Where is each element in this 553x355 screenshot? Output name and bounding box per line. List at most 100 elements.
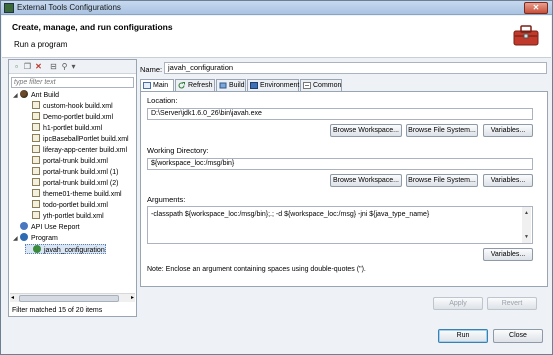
scroll-right-icon[interactable]: ▸ xyxy=(131,294,134,301)
tree-item[interactable]: h1-portlet build.xml xyxy=(25,123,102,133)
tab-label: Common xyxy=(313,82,342,89)
window-close-button[interactable]: ✕ xyxy=(524,2,548,14)
revert-button[interactable]: Revert xyxy=(487,297,537,310)
tree-item[interactable]: yth-portlet build.xml xyxy=(25,211,104,221)
left-toolbar: ▫ ❐ ✕ ⊟ ⚲ ▾ xyxy=(9,60,136,74)
name-field[interactable]: javah_configuration xyxy=(164,62,547,74)
header-subtitle: Run a program xyxy=(14,40,68,49)
xml-file-icon xyxy=(32,211,40,219)
window-title: External Tools Configurations xyxy=(17,3,121,12)
close-button[interactable]: Close xyxy=(493,329,543,343)
browse-workspace-button-2[interactable]: Browse Workspace... xyxy=(330,174,402,187)
tab-label: Environment xyxy=(260,82,300,89)
duplicate-icon[interactable]: ❐ xyxy=(23,62,32,71)
scrollbar-thumb[interactable] xyxy=(19,295,119,302)
common-icon xyxy=(303,82,311,89)
browse-file-system-button-2[interactable]: Browse File System... xyxy=(406,174,478,187)
refresh-icon xyxy=(178,82,185,89)
api-report-icon xyxy=(20,222,28,230)
working-directory-field[interactable]: ${workspace_loc:/msg/bin} xyxy=(147,158,533,170)
tree-item[interactable]: Demo-portlet build.xml xyxy=(25,112,113,122)
run-button[interactable]: Run xyxy=(438,329,488,343)
tree-item-label: custom-hook build.xml xyxy=(43,103,113,110)
tree-item[interactable]: ◢ Ant Build xyxy=(13,90,59,100)
xml-file-icon xyxy=(32,134,40,142)
tree-item-label: liferay-app-center build.xml xyxy=(43,147,128,154)
tree-item-label: API Use Report xyxy=(31,224,80,231)
tab-refresh[interactable]: Refresh xyxy=(175,79,215,91)
variables-button[interactable]: Variables... xyxy=(483,124,533,137)
arguments-label: Arguments: xyxy=(147,195,186,204)
scroll-left-icon[interactable]: ◂ xyxy=(11,294,14,301)
main-tab-panel: Location: D:\Server\jdk1.6.0_26\bin\java… xyxy=(140,91,548,287)
horizontal-scrollbar[interactable]: ◂ ▸ xyxy=(10,293,135,302)
xml-file-icon xyxy=(32,200,40,208)
location-label: Location: xyxy=(147,96,178,105)
tree-item-label: ipcBaseballPortlet build.xml xyxy=(43,136,129,143)
ant-icon xyxy=(20,90,28,98)
xml-file-icon xyxy=(32,178,40,186)
tree-item-label: javah_configuration xyxy=(44,247,105,254)
tree-item-label: Program xyxy=(31,235,58,242)
eclipse-app-icon xyxy=(4,3,14,13)
browse-workspace-button[interactable]: Browse Workspace... xyxy=(330,124,402,137)
scroll-down-icon[interactable]: ▼ xyxy=(522,231,531,243)
tab-environment[interactable]: Environment xyxy=(247,79,299,91)
tree-item[interactable]: custom-hook build.xml xyxy=(25,101,113,111)
tree-item-label: Demo-portlet build.xml xyxy=(43,114,114,121)
arguments-scrollbar[interactable]: ▲ ▼ xyxy=(522,207,531,243)
tab-label: Refresh xyxy=(188,82,213,89)
apply-button[interactable]: Apply xyxy=(433,297,483,310)
program-icon xyxy=(20,233,28,241)
tree-item[interactable]: portal-trunk build.xml (1) xyxy=(25,167,118,177)
tree-item-selected[interactable]: javah_configuration xyxy=(25,244,106,254)
filter-input[interactable]: type filter text xyxy=(11,77,134,88)
tree-item-label: todo-portlet build.xml xyxy=(43,202,108,209)
tree-item-label: theme01-theme build.xml xyxy=(43,191,122,198)
filter-icon[interactable]: ⚲ xyxy=(60,62,69,71)
tree-item[interactable]: ipcBaseballPortlet build.xml xyxy=(25,134,129,144)
tab-label: Main xyxy=(153,82,169,89)
external-tools-dialog: External Tools Configurations ✕ Create, … xyxy=(0,0,553,355)
expand-triangle-icon[interactable]: ◢ xyxy=(13,91,20,101)
environment-icon xyxy=(250,82,258,89)
tree-item-label: portal-trunk build.xml (2) xyxy=(43,180,119,187)
tree-item[interactable]: theme01-theme build.xml xyxy=(25,189,122,199)
variables-button-3[interactable]: Variables... xyxy=(483,248,533,261)
tab-common[interactable]: Common xyxy=(300,79,342,91)
xml-file-icon xyxy=(32,101,40,109)
tree-item[interactable]: API Use Report xyxy=(13,222,80,232)
scroll-up-icon[interactable]: ▲ xyxy=(522,207,531,219)
xml-file-icon xyxy=(32,167,40,175)
tree-item-label: portal-trunk build.xml (1) xyxy=(43,169,119,176)
name-label: Name: xyxy=(140,65,163,74)
browse-file-system-button[interactable]: Browse File System... xyxy=(406,124,478,137)
working-directory-label: Working Directory: xyxy=(147,146,209,155)
tree-item-label: portal-trunk build.xml xyxy=(43,158,108,165)
build-icon xyxy=(219,82,227,89)
dialog-header: Create, manage, and run configurations R… xyxy=(2,16,551,58)
location-field[interactable]: D:\Server\jdk1.6.0_26\bin\javah.exe xyxy=(147,108,533,120)
title-bar: External Tools Configurations ✕ xyxy=(1,1,552,15)
xml-file-icon xyxy=(32,112,40,120)
quote-note: Note: Enclose an argument containing spa… xyxy=(147,266,366,273)
delete-icon[interactable]: ✕ xyxy=(34,62,43,71)
tree-item[interactable]: todo-portlet build.xml xyxy=(25,200,108,210)
xml-file-icon xyxy=(32,123,40,131)
arguments-text: -classpath ${workspace_loc:/msg/bin};.; … xyxy=(151,211,430,218)
variables-button-2[interactable]: Variables... xyxy=(483,174,533,187)
tree-item[interactable]: liferay-app-center build.xml xyxy=(25,145,127,155)
tab-label: Build xyxy=(229,82,245,89)
chevron-down-icon[interactable]: ▾ xyxy=(69,62,78,71)
arguments-textarea[interactable]: -classpath ${workspace_loc:/msg/bin};.; … xyxy=(147,206,533,244)
tree-item[interactable]: portal-trunk build.xml (2) xyxy=(25,178,118,188)
new-configuration-icon[interactable]: ▫ xyxy=(12,62,21,71)
expand-triangle-icon[interactable]: ◢ xyxy=(13,234,20,244)
toolbox-icon xyxy=(513,25,539,46)
tree-item[interactable]: ◢ Program xyxy=(13,233,58,243)
xml-file-icon xyxy=(32,189,40,197)
tree-item[interactable]: portal-trunk build.xml xyxy=(25,156,108,166)
collapse-all-icon[interactable]: ⊟ xyxy=(49,62,58,71)
tree-item-label: Ant Build xyxy=(31,92,60,99)
tab-build[interactable]: Build xyxy=(216,79,246,91)
